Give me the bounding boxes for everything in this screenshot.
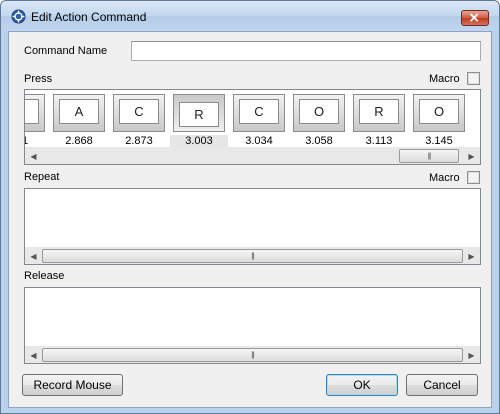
release-key-sequence[interactable]: ◀ ||| ▶ <box>24 287 481 364</box>
scroll-thumb[interactable]: ||| <box>399 149 459 163</box>
ok-button[interactable]: OK <box>326 374 398 396</box>
scroll-right-arrow-icon[interactable]: ▶ <box>463 347 480 363</box>
key-timestamp[interactable]: 701 <box>25 135 48 147</box>
scroll-right-arrow-icon[interactable]: ▶ <box>463 248 480 264</box>
scroll-right-arrow-icon[interactable]: ▶ <box>463 148 480 164</box>
cancel-button[interactable]: Cancel <box>406 374 478 396</box>
repeat-key-sequence[interactable]: ◀ ||| ▶ <box>24 188 481 265</box>
repeat-label: Repeat <box>24 171 60 183</box>
key-label: A <box>25 99 39 124</box>
scroll-left-arrow-icon[interactable]: ◀ <box>25 347 42 363</box>
key-block[interactable]: C <box>113 94 165 132</box>
key-timestamp[interactable]: 2.868 <box>50 135 108 147</box>
title-bar[interactable]: Edit Action Command <box>1 1 499 31</box>
scroll-left-arrow-icon[interactable]: ◀ <box>25 248 42 264</box>
close-icon <box>470 13 479 22</box>
key-block[interactable]: R <box>173 94 225 132</box>
key-label: O <box>299 99 339 124</box>
key-timestamp[interactable]: 3.003 <box>170 135 228 147</box>
key-timestamp[interactable]: 3.034 <box>230 135 288 147</box>
dialog-content: Command Name Press Macro A 701 A 2.868 C 2.87… <box>8 31 492 408</box>
key-label: A <box>59 99 99 124</box>
scroll-thumb[interactable]: ||| <box>42 249 463 263</box>
dialog-window: Edit Action Command Command Name Press M… <box>0 0 500 414</box>
key-label: C <box>239 99 279 124</box>
press-key-sequence[interactable]: A 701 A 2.868 C 2.873 R 3.003 C 3.034 O 3.058 R 3.113… <box>24 89 481 165</box>
close-button[interactable] <box>461 10 489 26</box>
command-name-input[interactable] <box>131 41 481 61</box>
key-timestamp[interactable]: 2.873 <box>110 135 168 147</box>
repeat-scrollbar[interactable]: ◀ ||| ▶ <box>25 247 480 264</box>
press-macro-label: Macro <box>429 73 460 85</box>
key-block[interactable]: A <box>53 94 105 132</box>
key-block[interactable]: R <box>353 94 405 132</box>
key-label: O <box>419 99 459 124</box>
key-timestamp[interactable]: 3.145 <box>410 135 468 147</box>
press-macro-checkbox[interactable] <box>467 72 480 85</box>
repeat-macro-checkbox[interactable] <box>467 171 480 184</box>
key-label: C <box>119 99 159 124</box>
scroll-thumb[interactable]: ||| <box>42 348 463 362</box>
window-title: Edit Action Command <box>31 10 147 24</box>
key-block[interactable]: O <box>413 94 465 132</box>
crosshair-icon <box>11 9 26 24</box>
key-label: R <box>359 99 399 124</box>
command-name-label: Command Name <box>24 45 108 57</box>
key-timestamp[interactable]: 3.113 <box>350 135 408 147</box>
key-label: R <box>179 102 219 127</box>
key-timestamp[interactable]: 3.058 <box>290 135 348 147</box>
repeat-macro-label: Macro <box>429 172 460 184</box>
key-block[interactable]: A <box>25 94 45 132</box>
press-scrollbar[interactable]: ◀ ||| ▶ <box>25 147 480 164</box>
key-block[interactable]: O <box>293 94 345 132</box>
release-scrollbar[interactable]: ◀ ||| ▶ <box>25 346 480 363</box>
press-label: Press <box>24 73 53 85</box>
release-label: Release <box>24 270 65 282</box>
key-block[interactable]: C <box>233 94 285 132</box>
scroll-left-arrow-icon[interactable]: ◀ <box>25 148 42 164</box>
record-mouse-button[interactable]: Record Mouse <box>22 374 123 396</box>
